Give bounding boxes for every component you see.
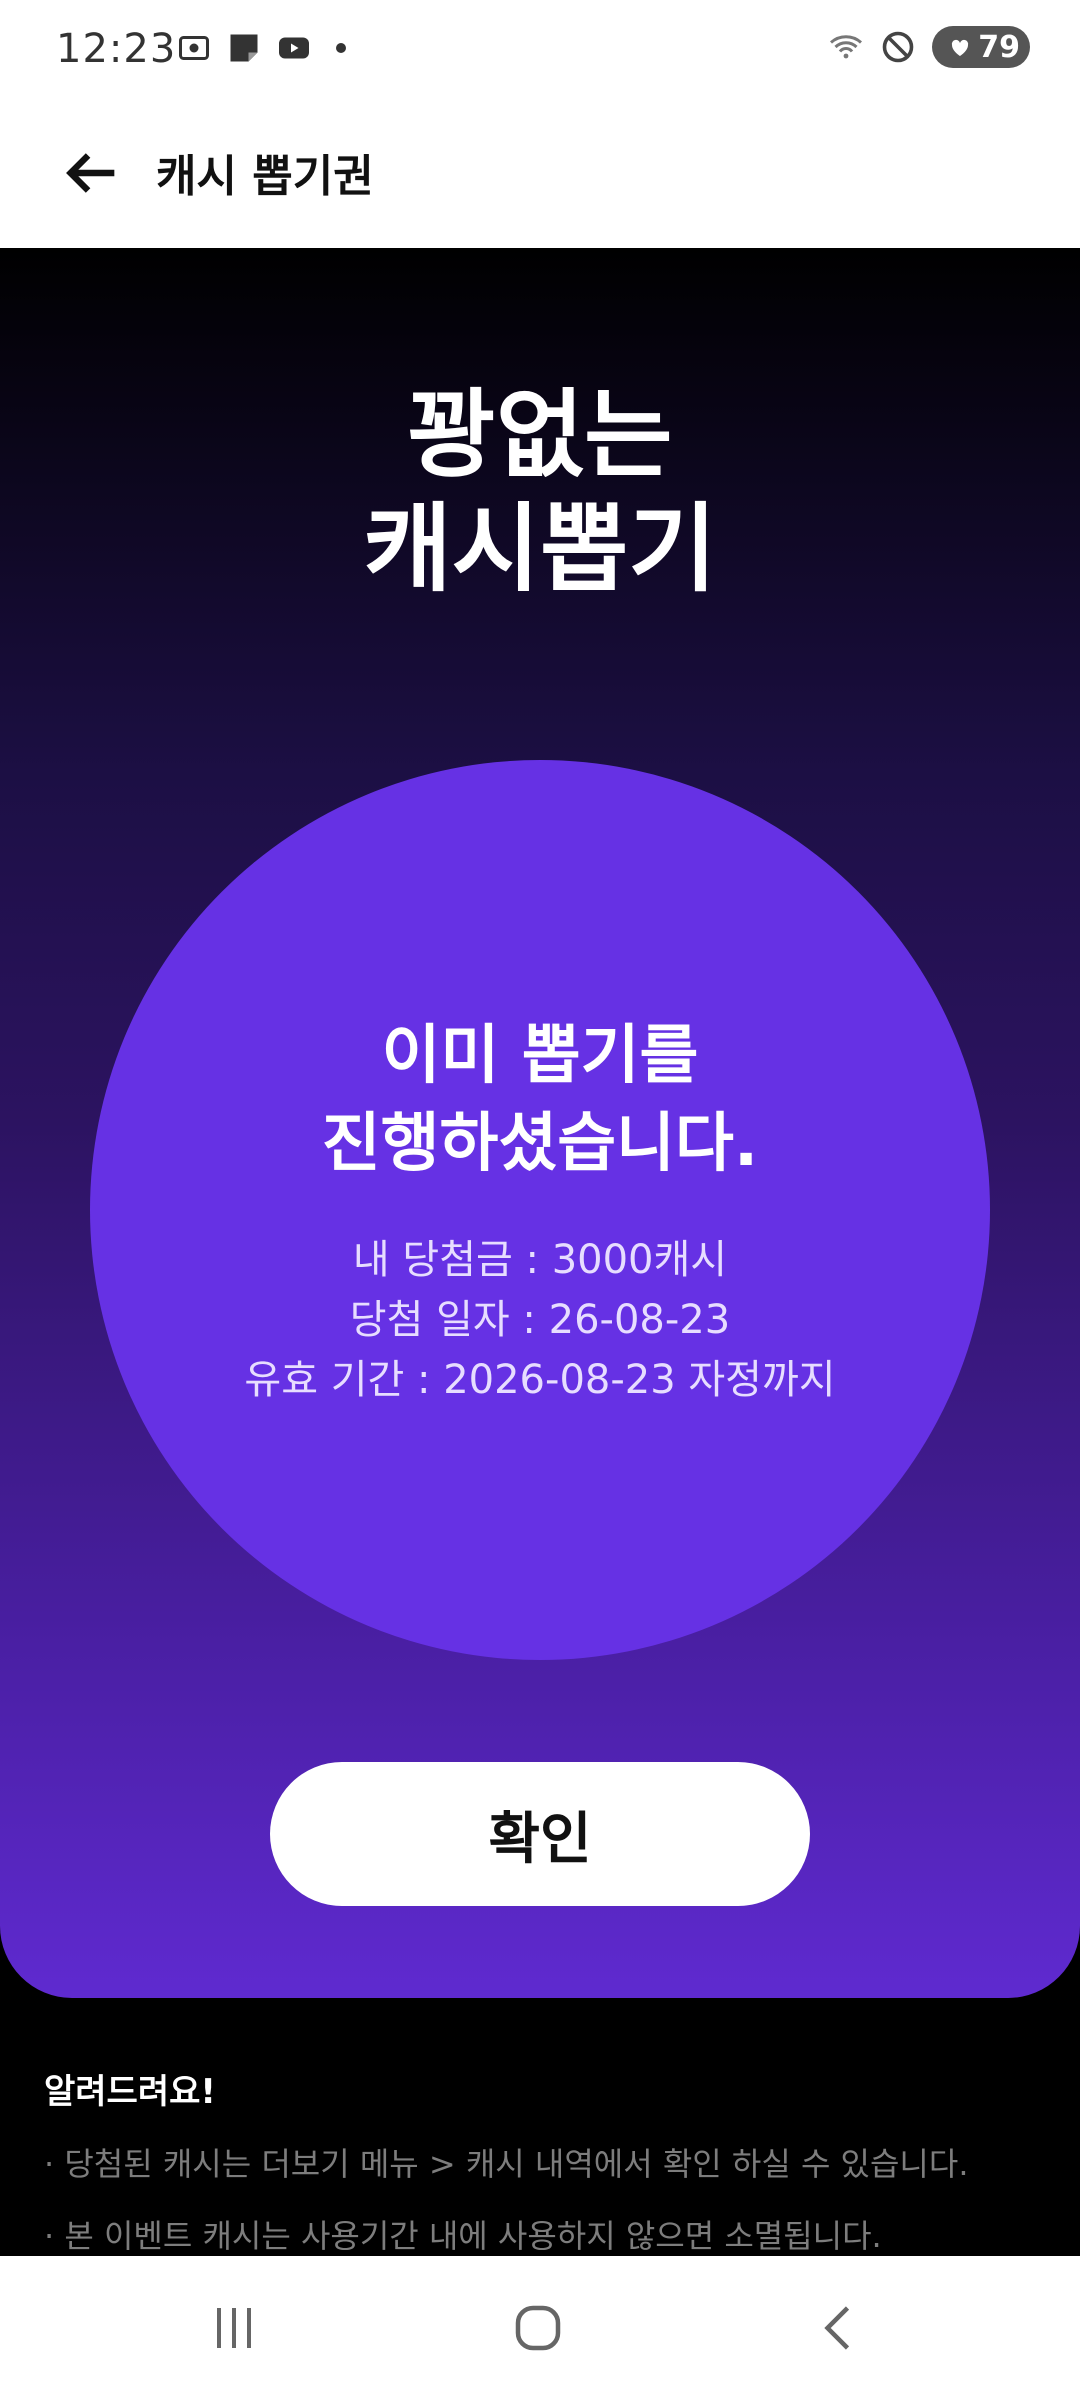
home-icon[interactable] <box>508 2298 568 2358</box>
status-notification-icons <box>176 30 346 66</box>
wifi-icon <box>830 35 862 59</box>
hero-title-line2: 캐시뽑기 <box>363 493 717 605</box>
battery-level: 79 <box>978 29 1020 65</box>
notice-item: · 당첨된 캐시는 더보기 메뉴 > 캐시 내역에서 확인 하실 수 있습니다. <box>44 2145 969 2183</box>
prize-expiry: 유효 기간 : 2026-08-23 자정까지 <box>244 1357 836 1403</box>
hero-title-line1: 꽝없는 <box>407 379 673 491</box>
confirm-button[interactable]: 확인 <box>270 1762 810 1906</box>
notice-title: 알려드려요! <box>44 2072 216 2112</box>
recent-apps-icon[interactable] <box>204 2298 264 2358</box>
result-circle: 이미 뽑기를 진행하셨습니다. 내 당첨금 : 3000캐시 당첨 일자 : 2… <box>90 760 990 1660</box>
result-message: 이미 뽑기를 진행하셨습니다. <box>90 1012 990 1188</box>
prize-info: 내 당첨금 : 3000캐시 당첨 일자 : 26-08-23 유효 기간 : … <box>90 1230 990 1410</box>
battery-indicator: 79 <box>932 26 1030 68</box>
back-icon[interactable] <box>810 2298 870 2358</box>
status-system-icons: 79 <box>828 26 1030 68</box>
status-bar: 12:23 79 <box>0 0 1080 100</box>
prize-amount: 내 당첨금 : 3000캐시 <box>352 1237 728 1283</box>
hero-section: 꽝없는 캐시뽑기 이미 뽑기를 진행하셨습니다. 내 당첨금 : 3000캐시 … <box>0 248 1080 1998</box>
result-message-line2: 진행하셨습니다. <box>321 1107 759 1181</box>
app-bar: 캐시 뽑기권 <box>0 100 1080 248</box>
status-time: 12:23 <box>56 26 177 72</box>
system-nav-bar <box>0 2256 1080 2400</box>
battery-shield-icon <box>952 39 969 56</box>
more-notifications-dot <box>336 43 346 53</box>
prize-date: 당첨 일자 : 26-08-23 <box>349 1297 731 1343</box>
hero-title: 꽝없는 캐시뽑기 <box>0 378 1080 606</box>
page-title: 캐시 뽑기권 <box>156 151 374 202</box>
do-not-disturb-icon <box>882 31 914 63</box>
back-arrow-icon[interactable] <box>56 138 126 208</box>
notice-item: · 본 이벤트 캐시는 사용기간 내에 사용하지 않으면 소멸됩니다. <box>44 2217 882 2255</box>
screenshot-icon <box>179 36 209 60</box>
result-message-line1: 이미 뽑기를 <box>381 1019 699 1093</box>
note-icon <box>230 34 258 62</box>
youtube-icon <box>279 37 309 59</box>
